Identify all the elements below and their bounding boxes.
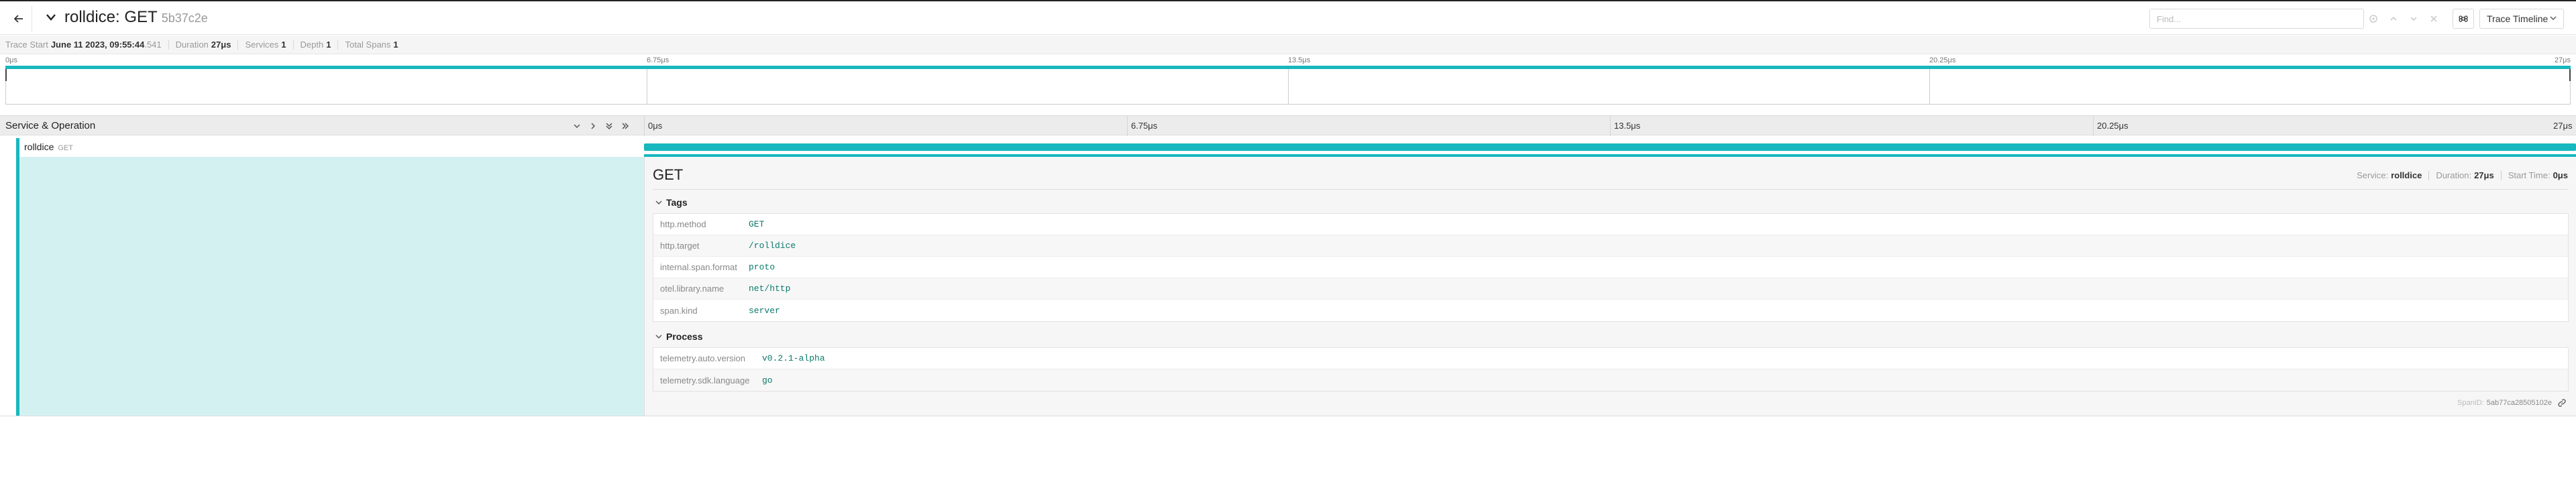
timeline-tick: 27μs [2553, 121, 2573, 131]
span-detail-meta: Service: rolldice Duration: 27μs Start T… [2357, 170, 2568, 180]
trace-minimap[interactable]: 0μs 6.75μs 13.5μs 20.25μs 27μs [5, 56, 2571, 105]
link-icon[interactable] [2557, 398, 2567, 408]
tags-section-header[interactable]: Tags [655, 197, 688, 208]
chevron-down-icon [655, 335, 662, 339]
back-arrow-icon [13, 15, 23, 23]
timeline-header: Service & Operation 0μs 6.75μs 13.5μs 20… [0, 115, 2576, 136]
timeline-tick: 0μs [648, 121, 663, 131]
trace-services: Services 1 [245, 40, 286, 50]
process-value: v0.2.1-alpha [762, 353, 825, 363]
trace-id: 5b37c2e [161, 11, 208, 25]
keyboard-icon [2459, 15, 2468, 22]
trace-page-header: rolldice: GET5b37c2e Trace Timeline [0, 0, 2576, 35]
timeline-gridline [1610, 116, 1611, 136]
span-detail-title: GET [653, 166, 684, 183]
divider [337, 40, 339, 50]
span-operation-name: GET [58, 144, 73, 152]
chevron-down-icon [655, 200, 662, 204]
trace-total-spans: Total Spans 1 [345, 40, 398, 50]
minimap-tick: 20.25μs [1929, 56, 1956, 64]
tag-key: otel.library.name [660, 284, 724, 294]
minimap-span-bar [5, 66, 2571, 69]
divider [237, 40, 239, 50]
trace-title[interactable]: rolldice: GET 5b37c2e [64, 8, 208, 27]
timeline-gridline [2093, 116, 2094, 136]
trace-duration: Duration 27μs [175, 40, 231, 50]
timeline-gridline [644, 116, 645, 136]
detail-start-value: 0μs [2553, 170, 2568, 180]
span-id: SpanID: 5ab77ca28505102e [2457, 398, 2567, 408]
process-row[interactable]: telemetry.sdk.language go [653, 369, 2568, 391]
find-input[interactable] [2149, 9, 2364, 29]
tags-table: http.method GET http.target /rolldice in… [653, 213, 2569, 322]
timeline-tick: 13.5μs [1614, 121, 1641, 131]
divider [168, 40, 169, 50]
span-name[interactable]: rolldice GET [24, 141, 73, 152]
tag-value: GET [749, 219, 765, 229]
minimap-gridline [1288, 66, 1289, 104]
trace-start: Trace Start June 11 2023, 09:55:44.541 [5, 40, 162, 50]
tag-row[interactable]: internal.span.format proto [653, 257, 2568, 278]
view-mode-select[interactable]: Trace Timeline [2479, 9, 2564, 29]
span-id-value: 5ab77ca28505102e [2486, 399, 2552, 407]
divider [2428, 170, 2430, 180]
process-key: telemetry.sdk.language [660, 375, 750, 385]
trace-depth: Depth 1 [300, 40, 331, 50]
tag-value: net/http [749, 284, 791, 294]
process-value: go [762, 375, 773, 385]
span-duration-bar[interactable] [644, 143, 2576, 151]
chevron-down-icon [2550, 16, 2557, 20]
tag-key: http.method [660, 219, 706, 229]
service-operation-title: Service & Operation [5, 120, 96, 131]
view-mode-label: Trace Timeline [2487, 13, 2548, 24]
trace-summary-bar: Trace Start June 11 2023, 09:55:44.541 D… [0, 36, 2576, 54]
tag-row[interactable]: span.kind server [653, 300, 2568, 321]
span-service-name: rolldice [24, 141, 54, 152]
divider [653, 189, 2569, 190]
tag-row[interactable]: http.method GET [653, 214, 2568, 235]
arrow-down-icon[interactable] [2406, 11, 2422, 27]
trace-name: rolldice: GET [64, 8, 158, 26]
span-detail-panel: GET Service: rolldice Duration: 27μs Sta… [644, 157, 2576, 416]
tag-key: http.target [660, 241, 700, 251]
process-row[interactable]: telemetry.auto.version v0.2.1-alpha [653, 348, 2568, 369]
tag-row[interactable]: http.target /rolldice [653, 235, 2568, 257]
tag-row[interactable]: otel.library.name net/http [653, 278, 2568, 300]
divider [292, 40, 294, 50]
detail-service-value: rolldice [2391, 170, 2422, 180]
span-indent [0, 138, 16, 157]
timeline-tick: 6.75μs [1131, 121, 1158, 131]
process-section-header[interactable]: Process [655, 331, 702, 342]
minimap-tick: 6.75μs [647, 56, 669, 64]
minimap-gridline [1929, 66, 1930, 104]
clear-search-icon[interactable] [2426, 11, 2442, 27]
timeline-tick: 20.25μs [2097, 121, 2129, 131]
arrow-up-icon[interactable] [2385, 11, 2402, 27]
chevron-down-icon[interactable] [44, 9, 58, 25]
divider [2500, 170, 2502, 180]
tag-value: proto [749, 262, 775, 272]
keyboard-shortcuts-button[interactable] [2453, 9, 2474, 29]
target-icon[interactable] [2365, 11, 2381, 27]
span-row-highlight [19, 157, 644, 416]
expand-one-icon[interactable] [588, 121, 598, 131]
tag-value: /rolldice [749, 241, 796, 251]
back-button[interactable] [5, 5, 32, 32]
process-key: telemetry.auto.version [660, 353, 745, 363]
tag-key: internal.span.format [660, 262, 737, 272]
minimap-tick: 13.5μs [1288, 56, 1311, 64]
minimap-tick: 0μs [5, 56, 17, 64]
process-table: telemetry.auto.version v0.2.1-alpha tele… [653, 347, 2569, 392]
tag-key: span.kind [660, 305, 698, 316]
tree-controls [572, 121, 631, 131]
collapse-one-icon[interactable] [572, 121, 582, 131]
collapse-all-icon[interactable] [604, 121, 614, 131]
expand-all-icon[interactable] [620, 121, 631, 131]
timeline-gridline [1127, 116, 1128, 136]
minimap-tick: 27μs [2554, 56, 2571, 64]
detail-duration-value: 27μs [2474, 170, 2494, 180]
tag-value: server [749, 305, 780, 316]
minimap-canvas[interactable] [5, 66, 2571, 105]
